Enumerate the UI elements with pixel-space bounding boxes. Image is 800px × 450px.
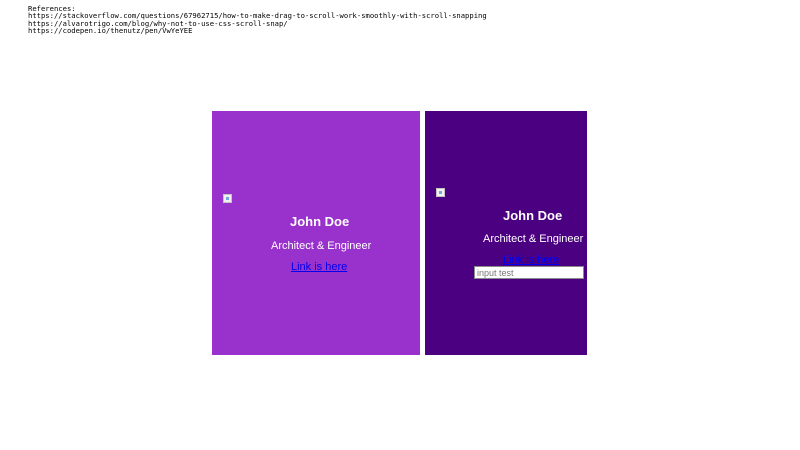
broken-image-icon <box>436 188 445 197</box>
reference-url: https://codepen.io/thenutz/pen/VwYeYEE <box>28 25 193 35</box>
profile-name: John Doe <box>290 214 350 229</box>
profile-role: Architect & Engineer <box>483 233 584 245</box>
profile-role: Architect & Engineer <box>271 240 372 252</box>
profile-name: John Doe <box>503 208 563 223</box>
test-input[interactable] <box>474 266 584 279</box>
profile-card[interactable]: John Doe Architect & Engineer Link is he… <box>425 111 587 355</box>
broken-image-icon <box>223 194 232 203</box>
profile-link[interactable]: Link is here <box>503 254 559 266</box>
profile-card[interactable]: John Doe Architect & Engineer Link is he… <box>212 111 420 355</box>
profile-link[interactable]: Link is here <box>291 261 347 273</box>
references-block: References: https://stackoverflow.com/qu… <box>28 5 487 35</box>
